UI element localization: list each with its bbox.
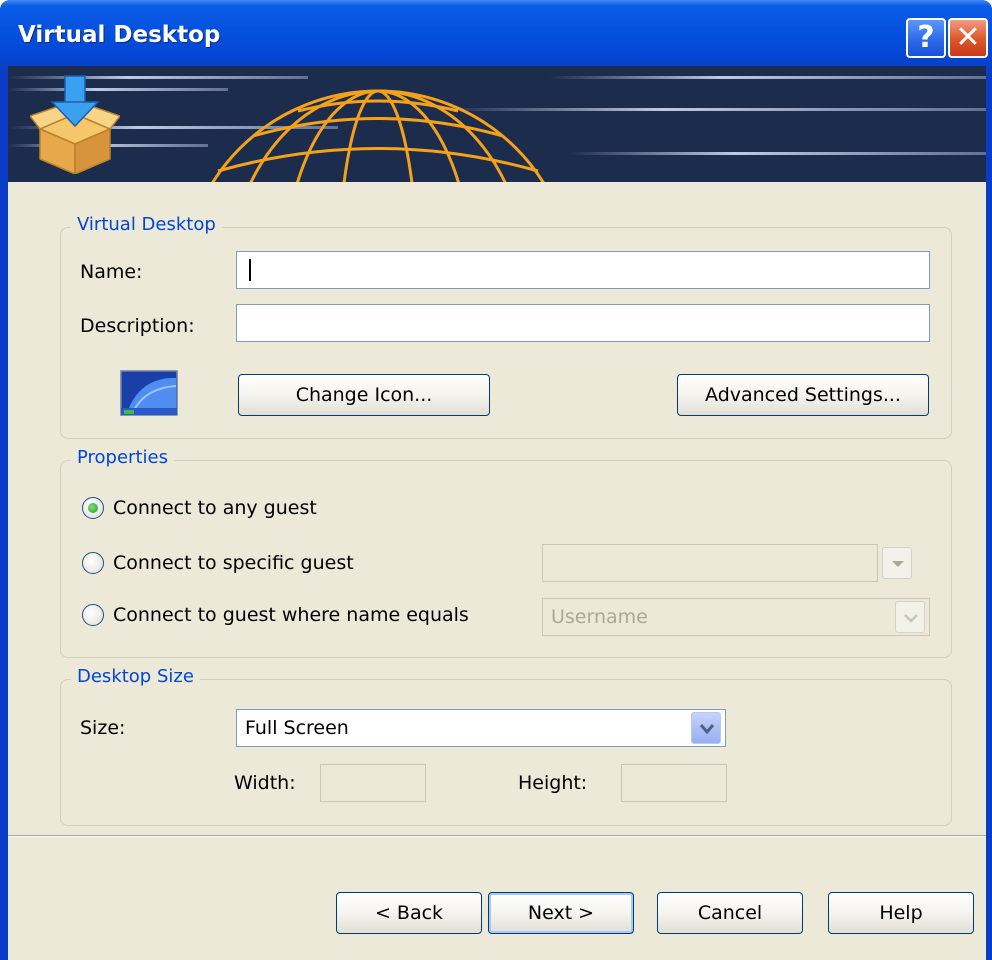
- change-icon-button[interactable]: Change Icon...: [238, 374, 490, 416]
- advanced-settings-button[interactable]: Advanced Settings...: [677, 374, 929, 416]
- properties-group-title: Properties: [71, 447, 174, 468]
- help-title-button[interactable]: ?: [906, 18, 946, 58]
- name-equals-select[interactable]: Username: [542, 598, 930, 636]
- footer-separator: [8, 835, 986, 837]
- window-title: Virtual Desktop: [18, 22, 221, 48]
- desktop-size-group: Desktop Size: [60, 666, 952, 826]
- next-button[interactable]: Next >: [488, 892, 634, 934]
- name-label: Name:: [80, 261, 143, 283]
- radio-selected-dot: [88, 503, 98, 513]
- connect-name-equals-label[interactable]: Connect to guest where name equals: [113, 604, 469, 626]
- back-button[interactable]: < Back: [336, 892, 482, 934]
- text-caret: [249, 259, 251, 281]
- description-input[interactable]: [236, 304, 930, 342]
- connect-any-guest-label[interactable]: Connect to any guest: [113, 497, 317, 519]
- header-banner: [8, 66, 986, 182]
- specific-guest-dropdown-button[interactable]: [882, 547, 912, 579]
- name-equals-dropdown-button[interactable]: [895, 601, 925, 633]
- height-input[interactable]: [621, 764, 727, 802]
- name-input[interactable]: [236, 251, 930, 289]
- chevron-down-icon: [699, 724, 715, 735]
- size-label: Size:: [80, 717, 126, 739]
- name-equals-value: Username: [551, 606, 648, 628]
- specific-guest-combo[interactable]: [542, 544, 878, 582]
- globe-graphic: [211, 89, 545, 182]
- download-box-icon: [30, 75, 120, 174]
- height-label: Height:: [518, 772, 588, 794]
- virtual-desktop-group-title: Virtual Desktop: [71, 214, 222, 235]
- title-bar[interactable]: Virtual Desktop ? ✕: [0, 0, 992, 72]
- width-label: Width:: [234, 772, 296, 794]
- connect-any-guest-radio[interactable]: [82, 497, 104, 519]
- width-input[interactable]: [320, 764, 426, 802]
- dialog-client-area: Virtual Desktop Name: Description: Chang…: [8, 66, 986, 960]
- chevron-down-icon: [904, 614, 918, 623]
- desktop-size-group-title: Desktop Size: [71, 666, 200, 687]
- chevron-down-icon: [892, 561, 904, 567]
- dialog-window: Virtual Desktop ? ✕ Virtual Desktop Name…: [0, 0, 992, 960]
- connect-name-equals-radio[interactable]: [82, 604, 104, 626]
- size-dropdown-button[interactable]: [691, 712, 721, 744]
- size-value: Full Screen: [245, 717, 349, 739]
- description-label: Description:: [80, 315, 195, 337]
- desktop-icon: [120, 370, 178, 416]
- close-icon: ✕: [955, 20, 981, 55]
- help-button[interactable]: Help: [828, 892, 974, 934]
- connect-specific-guest-label[interactable]: Connect to specific guest: [113, 552, 354, 574]
- size-select[interactable]: Full Screen: [236, 709, 726, 747]
- close-button[interactable]: ✕: [948, 18, 988, 58]
- cancel-button[interactable]: Cancel: [657, 892, 803, 934]
- connect-specific-guest-radio[interactable]: [82, 552, 104, 574]
